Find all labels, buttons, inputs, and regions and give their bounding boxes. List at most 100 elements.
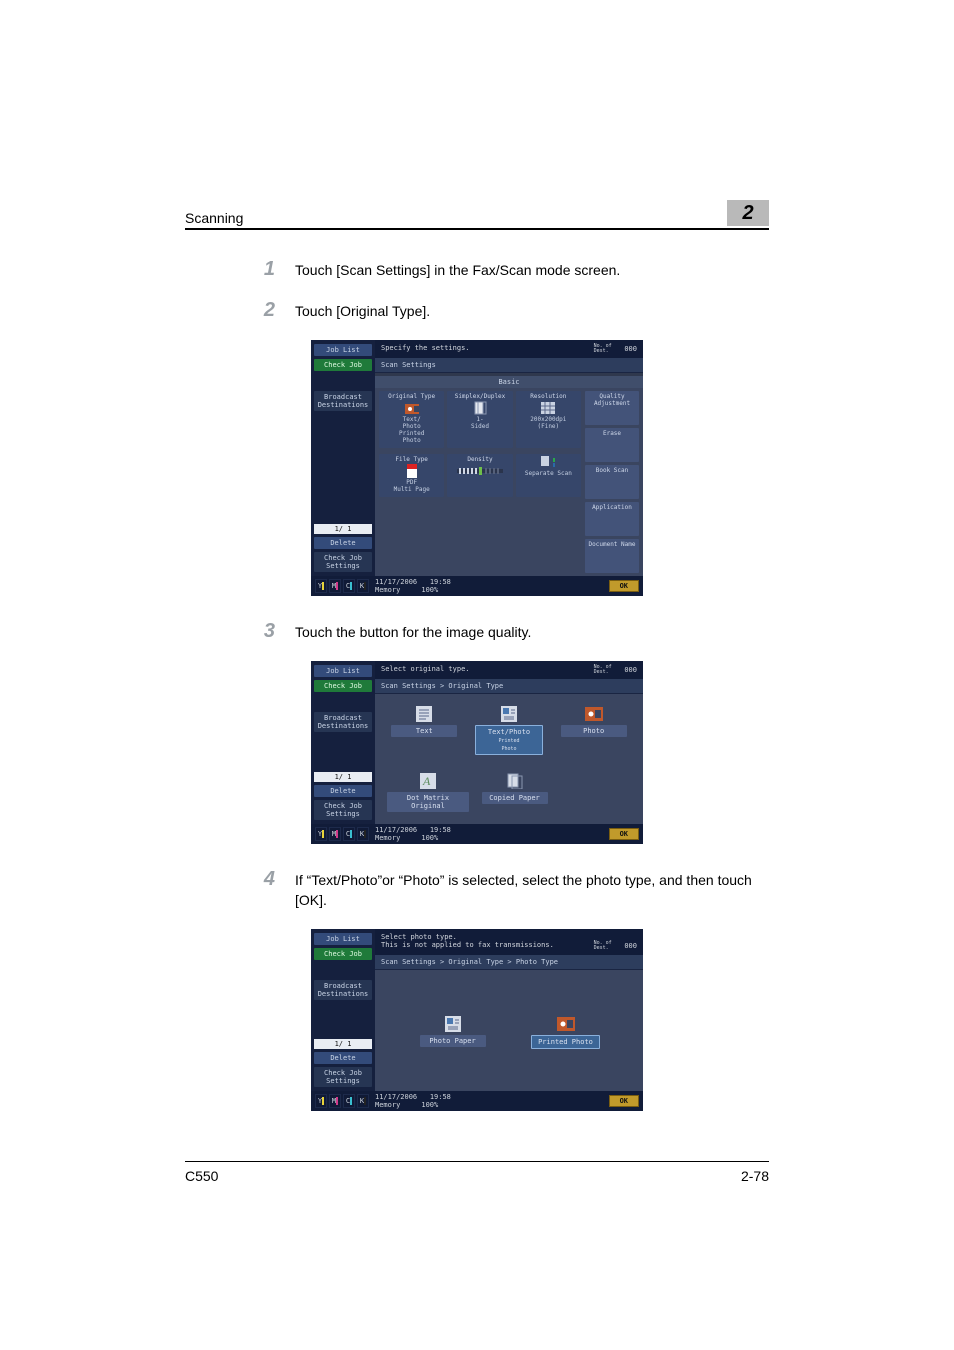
destination-page-indicator: 1/ 1 bbox=[314, 524, 372, 534]
delete-button[interactable]: Delete bbox=[314, 537, 372, 549]
check-job-settings-button[interactable]: Check Job Settings bbox=[314, 552, 372, 572]
check-job-settings-button[interactable]: Check Job Settings bbox=[314, 1067, 372, 1087]
pdf-icon bbox=[405, 465, 419, 477]
dest-count-value: 000 bbox=[624, 666, 637, 674]
application-button[interactable]: Application bbox=[585, 502, 639, 536]
destination-page-indicator: 1/ 1 bbox=[314, 772, 372, 782]
option-text[interactable]: Text bbox=[387, 706, 462, 755]
job-list-button[interactable]: Job List bbox=[314, 665, 372, 677]
check-job-settings-button[interactable]: Check Job Settings bbox=[314, 800, 372, 820]
cell-title: Density bbox=[467, 456, 492, 463]
toner-indicators: Y M C K bbox=[315, 827, 369, 841]
toner-indicators: Y M C K bbox=[315, 1094, 369, 1108]
dot-matrix-icon: A bbox=[419, 773, 437, 789]
resolution-button[interactable]: Resolution 200x200dpi (Fine) bbox=[516, 391, 581, 448]
instruction-bar: Specify the settings. No. of Dest. 000 bbox=[375, 340, 643, 358]
section-title: Scanning bbox=[185, 210, 243, 226]
option-label: Photo Paper bbox=[420, 1035, 486, 1047]
option-printed-photo[interactable]: Printed Photo bbox=[524, 1016, 607, 1049]
breadcrumb: Scan Settings > Original Type bbox=[375, 679, 643, 694]
page-number: 2-78 bbox=[741, 1168, 769, 1184]
destination-page-indicator: 1/ 1 bbox=[314, 1039, 372, 1049]
quality-adjustment-button[interactable]: Quality Adjustment bbox=[585, 391, 639, 425]
density-button[interactable]: Density bbox=[447, 454, 512, 497]
step-text: If “Text/Photo”or “Photo” is selected, s… bbox=[295, 868, 769, 911]
cell-sub: PDF Multi Page bbox=[394, 479, 430, 493]
dest-count-label: No. of Dest. bbox=[594, 665, 612, 675]
status-datetime: 11/17/2006 19:58 Memory 100% bbox=[375, 826, 451, 842]
basic-tab[interactable]: Basic bbox=[375, 376, 643, 388]
density-slider-icon bbox=[457, 465, 503, 477]
option-label: Dot Matrix Original bbox=[387, 792, 469, 812]
status-datetime: 11/17/2006 19:58 Memory 100% bbox=[375, 1093, 451, 1109]
instruction-bar: Select photo type. This is not applied t… bbox=[375, 929, 643, 955]
delete-button[interactable]: Delete bbox=[314, 785, 372, 797]
step-text: Touch the button for the image quality. bbox=[295, 620, 769, 643]
separate-scan-button[interactable]: Separate Scan bbox=[516, 454, 581, 497]
breadcrumb: Scan Settings bbox=[375, 358, 643, 373]
erase-button[interactable]: Erase bbox=[585, 428, 639, 462]
instruction-text: Specify the settings. bbox=[381, 344, 470, 352]
toner-indicators: Y M C K bbox=[315, 579, 369, 593]
option-photo[interactable]: Photo bbox=[556, 706, 631, 755]
job-list-button[interactable]: Job List bbox=[314, 344, 372, 356]
copied-paper-icon bbox=[506, 773, 524, 789]
original-type-button[interactable]: Original Type Text/ Photo Printed Photo bbox=[379, 391, 444, 448]
option-label: Text/Photo Printed Photo bbox=[475, 725, 543, 755]
text-icon bbox=[415, 706, 433, 722]
option-dot-matrix[interactable]: A Dot Matrix Original bbox=[387, 773, 469, 812]
photo-paper-icon bbox=[444, 1016, 462, 1032]
cell-sub: Text/ Photo Printed Photo bbox=[399, 416, 424, 444]
option-copied-paper[interactable]: Copied Paper bbox=[479, 773, 550, 812]
separate-scan-icon bbox=[541, 456, 555, 468]
grid-icon bbox=[541, 402, 555, 414]
dest-count-value: 000 bbox=[624, 942, 637, 950]
instruction-text: Select photo type. This is not applied t… bbox=[381, 933, 554, 949]
step-text: Touch [Original Type]. bbox=[295, 299, 769, 322]
dest-count-label: No. of Dest. bbox=[594, 344, 612, 354]
cell-sub: 200x200dpi (Fine) bbox=[530, 416, 566, 430]
check-job-button[interactable]: Check Job bbox=[314, 948, 372, 960]
broadcast-destinations-button[interactable]: Broadcast Destinations bbox=[314, 391, 372, 411]
step-text: Touch [Scan Settings] in the Fax/Scan mo… bbox=[295, 258, 769, 281]
ok-button[interactable]: OK bbox=[609, 580, 639, 592]
device-panel-photo-type: Job List Check Job Broadcast Destination… bbox=[311, 929, 643, 1111]
cell-sub: Separate Scan bbox=[525, 470, 572, 477]
check-job-button[interactable]: Check Job bbox=[314, 359, 372, 371]
cell-title: File Type bbox=[395, 456, 428, 463]
file-type-button[interactable]: File Type PDF Multi Page bbox=[379, 454, 444, 497]
cell-title: Original Type bbox=[388, 393, 435, 400]
document-name-button[interactable]: Document Name bbox=[585, 539, 639, 573]
broadcast-destinations-button[interactable]: Broadcast Destinations bbox=[314, 712, 372, 732]
option-text-photo[interactable]: Text/Photo Printed Photo bbox=[472, 706, 547, 755]
photo-icon bbox=[585, 706, 603, 722]
cell-title: Simplex/Duplex bbox=[455, 393, 506, 400]
job-list-button[interactable]: Job List bbox=[314, 933, 372, 945]
option-label: Copied Paper bbox=[482, 792, 548, 804]
book-scan-button[interactable]: Book Scan bbox=[585, 465, 639, 499]
step-number: 2 bbox=[264, 299, 275, 321]
photo-icon bbox=[405, 402, 419, 414]
ok-button[interactable]: OK bbox=[609, 828, 639, 840]
option-label: Printed Photo bbox=[531, 1035, 600, 1049]
option-label: Text bbox=[391, 725, 457, 737]
delete-button[interactable]: Delete bbox=[314, 1052, 372, 1064]
check-job-button[interactable]: Check Job bbox=[314, 680, 372, 692]
dest-count-value: 000 bbox=[624, 345, 637, 353]
step-number: 3 bbox=[264, 620, 275, 642]
broadcast-destinations-button[interactable]: Broadcast Destinations bbox=[314, 980, 372, 1000]
step-number: 1 bbox=[264, 258, 275, 280]
instruction-text: Select original type. bbox=[381, 665, 470, 673]
svg-text:A: A bbox=[422, 774, 431, 788]
cell-title: Resolution bbox=[530, 393, 566, 400]
ok-button[interactable]: OK bbox=[609, 1095, 639, 1107]
printed-photo-icon bbox=[557, 1016, 575, 1032]
option-label: Photo bbox=[561, 725, 627, 737]
breadcrumb: Scan Settings > Original Type > Photo Ty… bbox=[375, 955, 643, 970]
model-name: C550 bbox=[185, 1168, 218, 1184]
text-photo-icon bbox=[500, 706, 518, 722]
chapter-badge: 2 bbox=[727, 200, 769, 226]
page-icon bbox=[473, 402, 487, 414]
option-photo-paper[interactable]: Photo Paper bbox=[411, 1016, 494, 1049]
simplex-duplex-button[interactable]: Simplex/Duplex 1- Sided bbox=[447, 391, 512, 448]
